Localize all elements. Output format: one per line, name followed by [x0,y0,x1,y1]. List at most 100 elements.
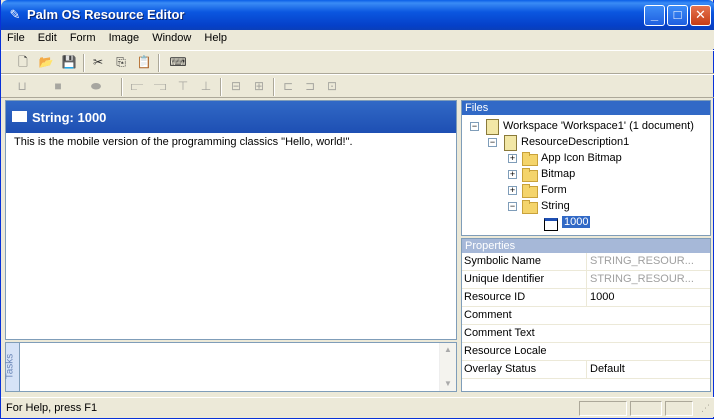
scroll-down-arrow-icon[interactable]: ▼ [443,379,453,388]
selected-resource-label: 1000 [562,216,591,228]
collapse-icon[interactable]: − [470,121,479,131]
standard-toolbar: 🗋 📂 💾 ✂ ⎘ 📋 ⌨ [1,50,714,74]
align-bottom-icon[interactable]: ⊥ [197,78,215,95]
menu-bar: File Edit Form Image Window Help [1,30,714,49]
toolbar-separator [220,78,222,96]
status-cell [630,401,662,416]
folder-label: Form [541,184,567,196]
cut-icon[interactable]: ✂ [89,54,107,71]
tree-item-folder[interactable]: + Form [508,182,567,199]
property-name: Resource Locale [464,345,547,357]
expand-icon[interactable]: + [508,185,517,195]
open-icon[interactable]: 📂 [37,54,55,71]
copy-icon[interactable]: ⎘ [112,54,130,71]
insert-field-icon[interactable]: ⊔ [13,78,31,95]
property-row[interactable]: Overlay Status Default [462,361,710,379]
property-row[interactable]: Unique Identifier STRING_RESOUR... [462,271,710,289]
expand-icon[interactable]: + [508,169,517,179]
tree-item-workspace[interactable]: − Workspace 'Workspace1' (1 document) [470,118,694,136]
folder-label: Bitmap [541,168,576,180]
toolbar-separator [121,78,123,96]
tree-item-folder[interactable]: + App Icon Bitmap [508,150,622,167]
tree-item-folder[interactable]: + Bitmap [508,166,576,183]
properties-panel: Properties Symbolic Name STRING_RESOUR..… [461,238,711,392]
tree-item-folder[interactable]: − String [508,198,570,215]
property-value[interactable]: Default [586,361,710,378]
property-name: Comment Text [464,327,535,339]
folder-icon [521,167,538,183]
menu-image[interactable]: Image [103,30,144,44]
layout-toolbar: ⊔ ■ ⬬ ⫍ ⫎ ⊤ ⊥ ⊟ ⊞ ⊏ ⊐ ⊡ [1,74,714,98]
tree-item-document[interactable]: − ResourceDescription1 [488,134,630,152]
palm-stylus-icon: ✎ [9,7,21,22]
insert-shape-icon[interactable]: ⬬ [87,78,105,95]
center-horizontal-icon[interactable]: ⊞ [250,78,268,95]
files-header: Files [462,101,710,115]
center-vertical-icon[interactable]: ⊟ [227,78,245,95]
window-title: Palm OS Resource Editor [27,7,185,22]
folder-label: String [541,200,570,212]
editor-title-bar[interactable]: String: 1000 [6,101,456,133]
menu-window[interactable]: Window [146,30,195,44]
collapse-icon[interactable]: − [508,201,517,211]
menu-form[interactable]: Form [64,30,100,44]
workspace-label: Workspace 'Workspace1' (1 document) [503,120,694,132]
paste-icon[interactable]: 📋 [135,54,153,71]
align-right-icon[interactable]: ⫎ [151,78,169,95]
property-name: Resource ID [464,291,526,303]
string-resource-icon [542,215,558,232]
status-cell [579,401,627,416]
resize-grip-icon[interactable]: ⋰ [701,403,713,415]
grid-icon[interactable]: ⊡ [323,78,341,95]
string-doc-icon [12,111,27,122]
menu-help[interactable]: Help [198,30,231,44]
space-horizontal-icon[interactable]: ⊐ [301,78,319,95]
files-panel: Files − Workspace 'Workspace1' (1 documen… [461,100,711,236]
device-icon[interactable]: ⌨ [165,54,191,71]
property-row[interactable]: Resource ID 1000 [462,289,710,307]
property-name: Overlay Status [464,363,537,375]
menu-file[interactable]: File [1,30,29,44]
toolbar-separator [83,54,85,72]
properties-header: Properties [462,239,710,253]
status-bar: For Help, press F1 ⋰ [1,397,714,417]
tree-item-string-resource[interactable]: 1000 [542,214,591,232]
tasks-tab[interactable]: Tasks [4,343,20,391]
folder-icon [521,151,538,167]
toolbar-separator [158,54,160,72]
property-value[interactable]: 1000 [586,289,710,306]
property-value[interactable]: STRING_RESOUR... [586,271,710,288]
property-name: Unique Identifier [464,273,545,285]
collapse-icon[interactable]: − [488,137,497,147]
property-row[interactable]: Symbolic Name STRING_RESOUR... [462,253,710,271]
title-bar[interactable]: ✎ Palm OS Resource Editor _ □ ✕ [1,0,714,30]
save-icon[interactable]: 💾 [60,54,78,71]
scroll-up-arrow-icon[interactable]: ▲ [443,345,453,354]
property-value[interactable]: STRING_RESOUR... [586,253,710,270]
folder-open-icon [521,199,538,215]
property-name: Comment [464,309,512,321]
new-icon[interactable]: 🗋 [14,54,32,71]
document-label: ResourceDescription1 [521,136,630,148]
property-row[interactable]: Comment [462,307,710,325]
insert-button-icon[interactable]: ■ [49,78,67,95]
align-left-icon[interactable]: ⫍ [128,78,146,95]
property-row[interactable]: Comment Text [462,325,710,343]
expand-icon[interactable]: + [508,153,517,163]
menu-edit[interactable]: Edit [32,30,61,44]
close-button[interactable]: ✕ [690,5,711,26]
status-message: For Help, press F1 [6,402,98,414]
document-icon [501,135,517,152]
string-text-area[interactable]: This is the mobile version of the progra… [6,133,456,151]
workspace-icon [483,119,499,136]
space-vertical-icon[interactable]: ⊏ [279,78,297,95]
minimize-button[interactable]: _ [644,5,665,26]
tasks-scrollbar[interactable]: ▲ ▼ [439,343,456,391]
property-row[interactable]: Resource Locale [462,343,710,361]
string-editor-panel: String: 1000 This is the mobile version … [5,100,457,340]
maximize-button[interactable]: □ [667,5,688,26]
editor-title: String: 1000 [32,110,107,125]
folder-icon [521,183,538,199]
property-name: Symbolic Name [464,255,542,267]
align-top-icon[interactable]: ⊤ [174,78,192,95]
